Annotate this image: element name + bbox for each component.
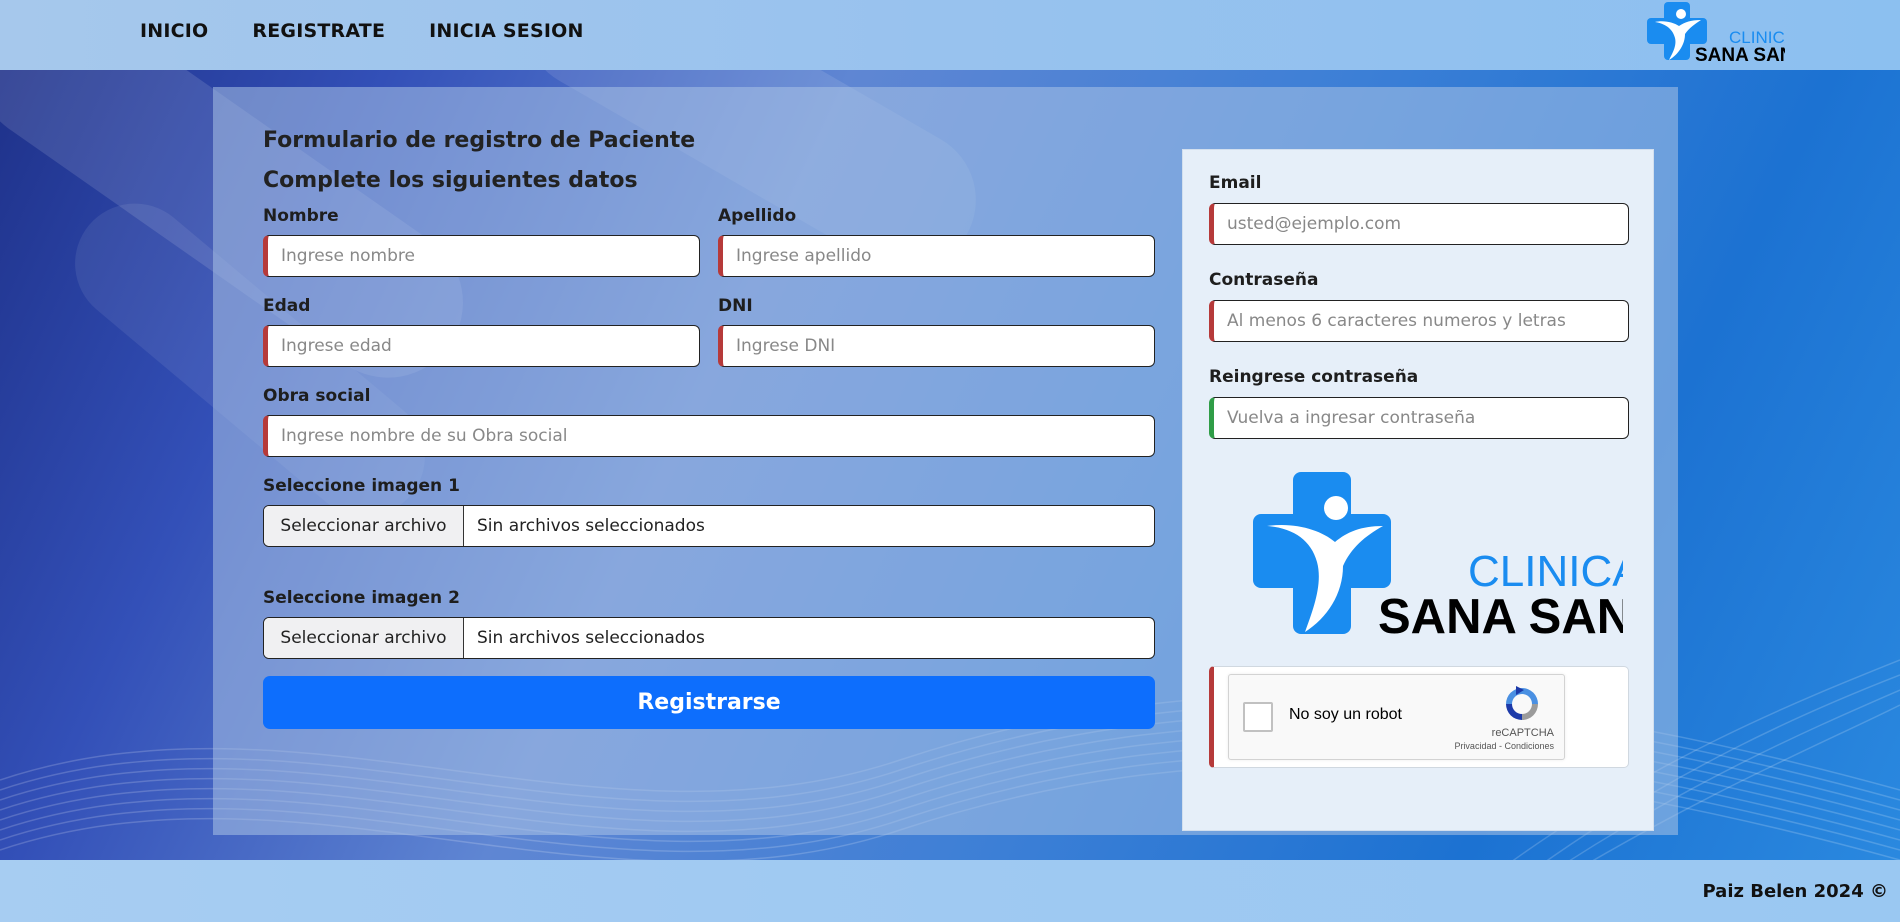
dni-label: DNI	[718, 296, 753, 316]
imagen2-status: Sin archivos seleccionados	[477, 628, 705, 648]
register-button[interactable]: Registrarse	[263, 676, 1155, 729]
nombre-label: Nombre	[263, 206, 339, 226]
apellido-label: Apellido	[718, 206, 797, 226]
imagen1-label: Seleccione imagen 1	[263, 476, 460, 496]
edad-label: Edad	[263, 296, 311, 316]
footer: Paiz Belen 2024 ©	[0, 860, 1900, 922]
footer-copyright: Paiz Belen 2024 ©	[1702, 880, 1888, 902]
email-input[interactable]: usted@ejemplo.com	[1209, 203, 1629, 245]
imagen1-status: Sin archivos seleccionados	[477, 516, 705, 536]
imagen2-label: Seleccione imagen 2	[263, 588, 460, 608]
recaptcha-brand: reCAPTCHA	[1491, 727, 1554, 739]
clinic-logo-large: CLINICA SANA SANA	[1253, 472, 1623, 640]
recaptcha-icon	[1506, 686, 1538, 720]
logo-line2: SANA SANA	[1695, 45, 1785, 64]
top-navbar: INICIO REGISTRATE INICIA SESION CLINICA …	[0, 0, 1900, 70]
apellido-placeholder: Ingrese apellido	[736, 246, 872, 266]
recaptcha-checkbox[interactable]	[1243, 702, 1273, 732]
email-label: Email	[1209, 173, 1262, 193]
email-placeholder: usted@ejemplo.com	[1227, 214, 1402, 234]
recaptcha-label: No soy un robot	[1289, 706, 1402, 723]
recaptcha-links[interactable]: Privacidad - Condiciones	[1454, 741, 1554, 751]
edad-input[interactable]: Ingrese edad	[263, 325, 700, 367]
nav-link-inicia-sesion[interactable]: INICIA SESION	[429, 20, 583, 42]
registration-panel: Formulario de registro de Paciente Compl…	[213, 87, 1678, 835]
password-confirm-placeholder: Vuelva a ingresar contraseña	[1227, 408, 1476, 428]
main-nav: INICIO REGISTRATE INICIA SESION	[140, 0, 584, 62]
patient-form: Formulario de registro de Paciente Compl…	[263, 121, 1155, 729]
password-input[interactable]: Al menos 6 caracteres numeros y letras	[1209, 300, 1629, 342]
nav-link-inicio[interactable]: INICIO	[140, 20, 208, 42]
credentials-card: Email usted@ejemplo.com Contraseña Al me…	[1182, 149, 1654, 831]
recaptcha-widget: No soy un robot reCAPTCHA Privacidad - C…	[1228, 674, 1565, 760]
apellido-input[interactable]: Ingrese apellido	[718, 235, 1155, 277]
form-subtitle: Complete los siguientes datos	[263, 168, 638, 193]
logo-large-line1: CLINICA	[1468, 547, 1623, 596]
imagen2-choose-button[interactable]: Seleccionar archivo	[264, 618, 464, 658]
dni-placeholder: Ingrese DNI	[736, 336, 836, 356]
edad-placeholder: Ingrese edad	[281, 336, 392, 356]
imagen2-file-input[interactable]: Seleccionar archivo Sin archivos selecci…	[263, 617, 1155, 659]
nombre-input[interactable]: Ingrese nombre	[263, 235, 700, 277]
nombre-placeholder: Ingrese nombre	[281, 246, 415, 266]
medical-cross-person-icon	[1253, 472, 1391, 634]
imagen1-choose-button[interactable]: Seleccionar archivo	[264, 506, 464, 546]
logo-large-line2: SANA SANA	[1378, 590, 1623, 640]
dni-input[interactable]: Ingrese DNI	[718, 325, 1155, 367]
obra-social-input[interactable]: Ingrese nombre de su Obra social	[263, 415, 1155, 457]
password-confirm-label: Reingrese contraseña	[1209, 367, 1419, 387]
obra-social-placeholder: Ingrese nombre de su Obra social	[281, 426, 568, 446]
password-confirm-input[interactable]: Vuelva a ingresar contraseña	[1209, 397, 1629, 439]
imagen1-file-input[interactable]: Seleccionar archivo Sin archivos selecci…	[263, 505, 1155, 547]
form-title: Formulario de registro de Paciente	[263, 128, 696, 153]
nav-link-registrate[interactable]: REGISTRATE	[252, 20, 385, 42]
clinic-logo[interactable]: CLINICA SANA SANA	[1645, 0, 1785, 64]
password-label: Contraseña	[1209, 270, 1319, 290]
recaptcha-container: No soy un robot reCAPTCHA Privacidad - C…	[1209, 666, 1629, 768]
obra-social-label: Obra social	[263, 386, 371, 406]
password-placeholder: Al menos 6 caracteres numeros y letras	[1227, 311, 1566, 331]
